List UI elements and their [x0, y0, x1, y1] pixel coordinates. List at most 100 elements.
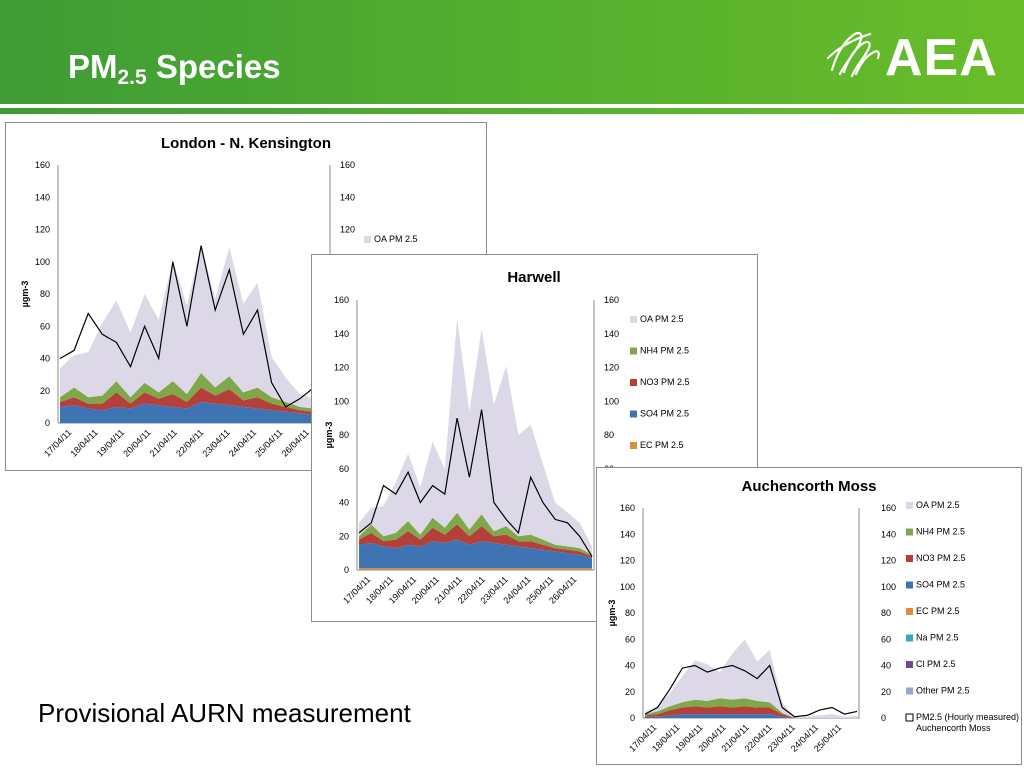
y-tick-left-london-2: 40 [40, 354, 50, 364]
y-tick-left-london-7: 140 [35, 192, 50, 202]
y-tick-right-auchencorth-7: 140 [881, 529, 896, 539]
y-tick-right-london-8: 160 [340, 160, 355, 170]
legend-swatch-auchencorth-0 [906, 502, 913, 509]
y-tick-left-london-8: 160 [35, 160, 50, 170]
x-tick-london-6: 23/04/11 [200, 427, 231, 458]
legend-swatch-auchencorth-7 [906, 687, 913, 695]
legend-swatch-auchencorth-4 [906, 608, 913, 615]
y-tick-left-auchencorth-8: 160 [620, 503, 635, 513]
legend-label-auchencorth-3: SO4 PM 2.5 [916, 580, 965, 590]
x-tick-london-1: 18/04/11 [68, 427, 99, 458]
legend-swatch-auchencorth-6 [906, 661, 913, 668]
y-tick-right-auchencorth-6: 120 [881, 556, 896, 566]
y-tick-right-london-7: 140 [340, 192, 355, 202]
legend-label-auchencorth-2: NO3 PM 2.5 [916, 553, 966, 563]
legend-swatch-auchencorth-2 [906, 555, 913, 562]
legend-swatch-auchencorth-1 [906, 528, 913, 536]
legend-label-auchencorth-7: Other PM 2.5 [916, 686, 970, 696]
y-tick-left-harwell-6: 120 [334, 363, 349, 373]
header-accent-stripe [0, 108, 1024, 114]
legend-label-harwell-4: EC PM 2.5 [640, 440, 684, 450]
chart-title-auchencorth: Auchencorth Moss [741, 478, 876, 495]
x-tick-london-7: 24/04/11 [227, 427, 258, 458]
y-tick-right-auchencorth-8: 160 [881, 503, 896, 513]
legend-swatch-london-0 [364, 236, 371, 243]
x-tick-london-4: 21/04/11 [148, 427, 179, 458]
legend-label-harwell-1: NH4 PM 2.5 [640, 346, 689, 356]
y-tick-left-harwell-1: 20 [339, 531, 349, 541]
y-tick-left-london-3: 60 [40, 321, 50, 331]
y-tick-left-london-6: 120 [35, 225, 50, 235]
y-tick-left-london-5: 100 [35, 257, 50, 267]
y-tick-left-london-4: 80 [40, 289, 50, 299]
legend-swatch-auchencorth-5 [906, 634, 913, 642]
y-tick-right-harwell-6: 120 [604, 363, 619, 373]
x-tick-london-3: 20/04/11 [121, 427, 152, 458]
caption-text: Provisional AURN measurement [38, 698, 411, 728]
legend-swatch-auchencorth-3 [906, 581, 913, 589]
y-tick-right-harwell-4: 80 [604, 430, 614, 440]
chart-panel-auchencorth: Auchencorth Moss µgm-3 0 0 20 20 40 40 60 60 80 80 1… [596, 467, 1022, 765]
y-tick-left-harwell-3: 60 [339, 464, 349, 474]
legend-label-auchencorth-1: NH4 PM 2.5 [916, 527, 965, 537]
legend-label-london-0: OA PM 2.5 [374, 234, 418, 244]
y-tick-left-harwell-4: 80 [339, 430, 349, 440]
y-tick-left-london-0: 0 [45, 418, 50, 428]
y-tick-left-auchencorth-7: 140 [620, 529, 635, 539]
aea-logo-swirl-icon [826, 31, 880, 78]
x-tick-london-2: 19/04/11 [95, 427, 126, 458]
title-rest: Species [146, 48, 281, 85]
y-tick-left-auchencorth-2: 40 [625, 661, 635, 671]
area-series-harwell-0 [359, 568, 592, 570]
chart-title-harwell: Harwell [507, 269, 560, 286]
y-axis-label-london: µgm-3 [20, 281, 30, 308]
y-tick-right-auchencorth-5: 100 [881, 582, 896, 592]
y-tick-right-harwell-5: 100 [604, 396, 619, 406]
y-tick-left-harwell-5: 100 [334, 396, 349, 406]
x-tick-london-5: 22/04/11 [174, 427, 205, 458]
y-tick-left-auchencorth-6: 120 [620, 556, 635, 566]
legend-label-harwell-2: NO3 PM 2.5 [640, 377, 690, 387]
y-tick-right-harwell-7: 140 [604, 329, 619, 339]
page-title: PM2.5 Species [68, 48, 281, 90]
chart-title-london: London - N. Kensington [161, 135, 331, 152]
y-tick-left-auchencorth-3: 60 [625, 634, 635, 644]
legend-label-auchencorth-0: OA PM 2.5 [916, 500, 960, 510]
y-tick-right-auchencorth-2: 40 [881, 661, 891, 671]
y-tick-right-harwell-8: 160 [604, 295, 619, 305]
y-tick-right-auchencorth-1: 20 [881, 687, 891, 697]
legend-label-harwell-0: OA PM 2.5 [640, 314, 684, 324]
legend-swatch-harwell-1 [630, 347, 637, 355]
y-axis-label-harwell: µgm-3 [324, 422, 334, 449]
y-tick-right-auchencorth-0: 0 [881, 713, 886, 723]
y-tick-right-auchencorth-3: 60 [881, 634, 891, 644]
legend-swatch-harwell-4 [630, 442, 637, 449]
y-tick-left-london-1: 20 [40, 386, 50, 396]
legend-swatch-auchencorth-8 [905, 713, 914, 722]
y-tick-left-auchencorth-4: 80 [625, 608, 635, 618]
legend-label-auchencorth-8: PM2.5 (Hourly measured) [916, 712, 1019, 722]
x-tick-london-0: 17/04/11 [42, 427, 73, 458]
y-tick-left-auchencorth-1: 20 [625, 687, 635, 697]
y-axis-label-auchencorth: µgm-3 [607, 600, 617, 627]
y-tick-left-auchencorth-5: 100 [620, 582, 635, 592]
y-tick-left-harwell-2: 40 [339, 498, 349, 508]
legend-label-auchencorth-6: Cl PM 2.5 [916, 659, 956, 669]
y-tick-left-harwell-8: 160 [334, 295, 349, 305]
y-tick-right-london-6: 120 [340, 225, 355, 235]
legend-swatch-harwell-3 [630, 410, 637, 418]
x-tick-london-9: 26/04/11 [280, 427, 311, 458]
y-tick-left-harwell-0: 0 [344, 565, 349, 575]
y-tick-left-harwell-7: 140 [334, 329, 349, 339]
legend-label-harwell-3: SO4 PM 2.5 [640, 409, 689, 419]
logo-text: AEA [885, 29, 998, 87]
legend-swatch-harwell-2 [630, 379, 637, 386]
chart-auchencorth: Auchencorth Moss µgm-3 0 0 20 20 40 40 60 60 80 80 1… [607, 478, 1019, 754]
legend-label-auchencorth-4: EC PM 2.5 [916, 606, 960, 616]
legend-swatch-harwell-0 [630, 316, 637, 323]
legend-label-auchencorth-5: Na PM 2.5 [916, 633, 959, 643]
title-main: PM [68, 48, 118, 85]
y-tick-left-auchencorth-0: 0 [630, 713, 635, 723]
legend-label-cont-auchencorth-8: Auchencorth Moss [916, 723, 991, 733]
y-tick-right-auchencorth-4: 80 [881, 608, 891, 618]
